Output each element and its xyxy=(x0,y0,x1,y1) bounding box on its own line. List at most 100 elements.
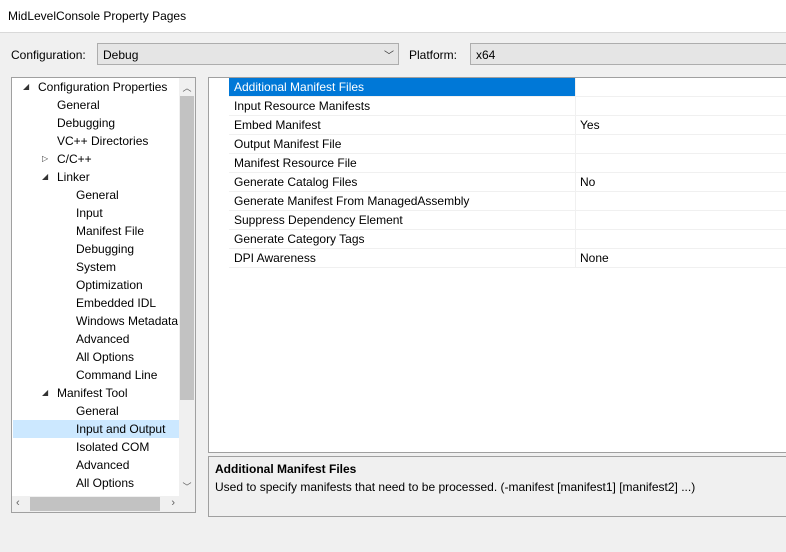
property-name[interactable]: Input Resource Manifests xyxy=(229,97,575,115)
property-name[interactable]: Suppress Dependency Element xyxy=(229,211,575,229)
tree-item-label: Advanced xyxy=(76,458,130,472)
property-grid[interactable]: Additional Manifest Files Input Resource … xyxy=(208,77,786,453)
tree-item[interactable]: Isolated COM xyxy=(13,438,179,456)
tree-item-label: Advanced xyxy=(76,332,130,346)
tree-item[interactable]: ◢ Configuration Properties xyxy=(13,78,179,96)
tree-vertical-scrollbar[interactable]: ︿ ﹀ xyxy=(179,78,195,496)
tree-item-label: Command Line xyxy=(76,368,158,382)
tree-item-label: Debugging xyxy=(57,116,116,130)
tree-item[interactable]: General xyxy=(13,96,179,114)
property-value[interactable] xyxy=(575,230,786,248)
property-value[interactable]: Yes xyxy=(575,116,786,134)
tree-item-label: Isolated COM xyxy=(76,440,150,454)
tree-item[interactable]: Debugging xyxy=(13,240,179,258)
tree-item[interactable]: Advanced xyxy=(13,330,179,348)
property-row[interactable]: Generate Category Tags xyxy=(229,230,786,249)
configuration-label: Configuration: xyxy=(11,48,86,62)
description-text: Used to specify manifests that need to b… xyxy=(215,480,696,494)
tree-item-label: VC++ Directories xyxy=(57,134,149,148)
property-row[interactable]: Generate Catalog Files No xyxy=(229,173,786,192)
window-title: MidLevelConsole Property Pages xyxy=(8,9,187,23)
tree-item[interactable]: Windows Metadata xyxy=(13,312,179,330)
property-name[interactable]: Embed Manifest xyxy=(229,116,575,134)
chevron-down-icon: ﹀ xyxy=(384,51,394,62)
property-value[interactable] xyxy=(575,192,786,210)
tree-item[interactable]: System xyxy=(13,258,179,276)
description-panel: Additional Manifest Files Used to specif… xyxy=(208,456,786,517)
property-row[interactable]: Additional Manifest Files xyxy=(229,78,786,97)
tree-item-label: General xyxy=(76,188,119,202)
property-name[interactable]: Generate Catalog Files xyxy=(229,173,575,191)
scroll-right-icon[interactable]: › xyxy=(171,497,175,509)
description-title: Additional Manifest Files xyxy=(215,462,357,476)
tree-item[interactable]: Debugging xyxy=(13,114,179,132)
tree-item[interactable]: Embedded IDL xyxy=(13,294,179,312)
tree-item[interactable]: Command Line xyxy=(13,366,179,384)
tree-item-label: Linker xyxy=(57,170,90,184)
property-value[interactable] xyxy=(575,135,786,153)
tree-item-label: Input xyxy=(76,206,103,220)
property-value[interactable] xyxy=(575,154,786,172)
property-name[interactable]: Output Manifest File xyxy=(229,135,575,153)
tree-item-label: System xyxy=(76,260,117,274)
scroll-left-icon[interactable]: ‹ xyxy=(16,497,20,509)
property-row[interactable]: Manifest Resource File xyxy=(229,154,786,173)
property-row[interactable]: Embed Manifest Yes xyxy=(229,116,786,135)
tree-item[interactable]: ▷ C/C++ xyxy=(13,150,179,168)
tree-item[interactable]: General xyxy=(13,186,179,204)
property-tree[interactable]: ◢ Configuration Properties General Debuggin… xyxy=(11,77,196,513)
collapse-arrow-icon[interactable]: ◢ xyxy=(42,168,48,186)
tree-item-label: Manifest Tool xyxy=(57,386,128,400)
tree-item-label: Windows Metadata xyxy=(76,314,179,328)
tree-item[interactable]: ◢ Linker xyxy=(13,168,179,186)
tree-item[interactable]: All Options xyxy=(13,474,179,492)
platform-dropdown[interactable]: x64 xyxy=(470,43,786,65)
tree-item-label: Debugging xyxy=(76,242,135,256)
tree-item-label: All Options xyxy=(76,476,135,490)
property-row[interactable]: Generate Manifest From ManagedAssembly xyxy=(229,192,786,211)
property-value[interactable] xyxy=(575,211,786,229)
property-value[interactable]: No xyxy=(575,173,786,191)
collapse-arrow-icon[interactable]: ◢ xyxy=(23,78,29,96)
tree-item-label: All Options xyxy=(76,350,135,364)
tree-hscroll-thumb[interactable] xyxy=(30,497,160,511)
property-value[interactable] xyxy=(575,78,786,96)
tree-item-label: Configuration Properties xyxy=(38,80,168,94)
property-row[interactable]: Output Manifest File xyxy=(229,135,786,154)
scroll-down-icon[interactable]: ﹀ xyxy=(181,480,193,493)
scrollbar-corner xyxy=(179,496,195,512)
tree-item[interactable]: ◢ Manifest Tool xyxy=(13,384,179,402)
configuration-value: Debug xyxy=(103,48,139,62)
property-row[interactable]: Input Resource Manifests xyxy=(229,97,786,116)
configuration-dropdown[interactable]: Debug ﹀ xyxy=(97,43,399,65)
property-name[interactable]: Additional Manifest Files xyxy=(229,78,575,96)
tree-item-label: Embedded IDL xyxy=(76,296,157,310)
collapse-arrow-icon[interactable]: ◢ xyxy=(42,384,48,402)
tree-item[interactable]: Advanced xyxy=(13,456,179,474)
tree-item[interactable]: Manifest File xyxy=(13,222,179,240)
tree-horizontal-scrollbar[interactable]: ‹ › xyxy=(12,496,179,512)
grid-gutter xyxy=(209,78,229,452)
title-bar: MidLevelConsole Property Pages xyxy=(0,0,786,33)
tree-item[interactable]: Input xyxy=(13,204,179,222)
platform-label: Platform: xyxy=(409,48,458,62)
property-row[interactable]: Suppress Dependency Element xyxy=(229,211,786,230)
property-name[interactable]: Manifest Resource File xyxy=(229,154,575,172)
tree-item-label: General xyxy=(76,404,119,418)
property-value[interactable] xyxy=(575,97,786,115)
tree-scroll-thumb[interactable] xyxy=(180,96,194,400)
platform-value: x64 xyxy=(476,48,496,62)
tree-item[interactable]: Optimization xyxy=(13,276,179,294)
property-row[interactable]: DPI Awareness None xyxy=(229,249,786,268)
tree-item[interactable]: Input and Output xyxy=(13,420,179,438)
property-name[interactable]: DPI Awareness xyxy=(229,249,575,267)
expand-arrow-icon[interactable]: ▷ xyxy=(42,150,48,168)
tree-item[interactable]: All Options xyxy=(13,348,179,366)
tree-item-label: Optimization xyxy=(76,278,143,292)
property-value[interactable]: None xyxy=(575,249,786,267)
tree-item[interactable]: VC++ Directories xyxy=(13,132,179,150)
property-name[interactable]: Generate Manifest From ManagedAssembly xyxy=(229,192,575,210)
tree-item[interactable]: General xyxy=(13,402,179,420)
scroll-up-icon[interactable]: ︿ xyxy=(181,81,193,94)
property-name[interactable]: Generate Category Tags xyxy=(229,230,575,248)
